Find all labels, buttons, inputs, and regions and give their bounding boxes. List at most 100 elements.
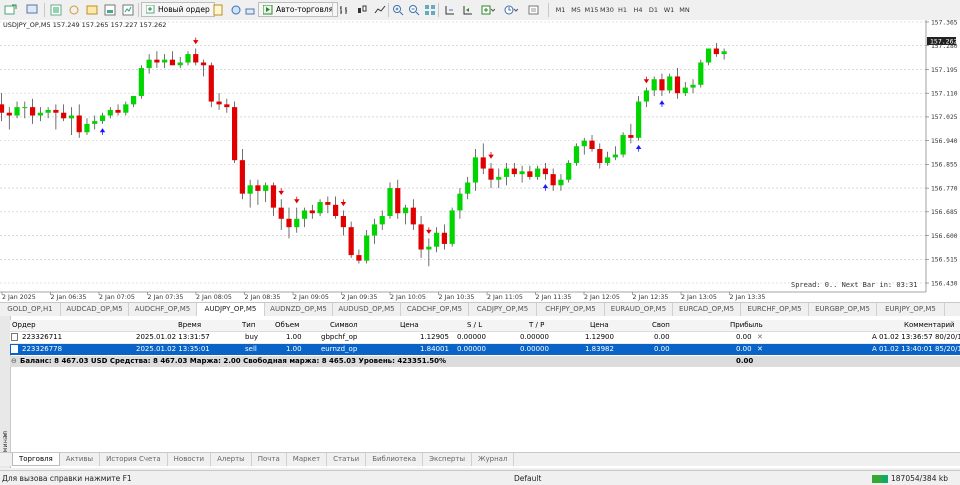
- timeframe-w1[interactable]: W1: [662, 2, 677, 17]
- profiles-icon[interactable]: [24, 2, 40, 17]
- chart-shift-icon[interactable]: [442, 2, 458, 17]
- templates-icon[interactable]: [527, 2, 543, 17]
- indicators-icon[interactable]: [480, 2, 496, 17]
- new-order-button[interactable]: Новый ордер: [141, 2, 215, 17]
- periods-icon[interactable]: [503, 2, 519, 17]
- chart-window[interactable]: 157.365 157.280 157.195 157.110 157.025 156.9…: [0, 20, 960, 302]
- close-order-icon[interactable]: ✕: [757, 345, 763, 353]
- candle-body: [247, 185, 253, 194]
- timeframe-d1[interactable]: D1: [646, 2, 661, 17]
- timeframe-mn[interactable]: MN: [677, 2, 692, 17]
- terminal-tab[interactable]: Маркет: [287, 453, 328, 466]
- symbol-tab[interactable]: AUDJPY_OP,M5: [197, 303, 265, 317]
- terminal-tab[interactable]: История Счета: [100, 453, 168, 466]
- auto-scroll-icon[interactable]: [460, 2, 476, 17]
- terminal-tab[interactable]: Почта: [252, 453, 287, 466]
- header-time[interactable]: Время: [178, 321, 201, 329]
- line-chart-icon[interactable]: [372, 2, 388, 17]
- autotrading-button[interactable]: Авто-торговля: [258, 2, 339, 17]
- symbol-tab[interactable]: AUDCHF_OP,M5: [129, 303, 197, 317]
- terminal-tab[interactable]: Активы: [60, 453, 101, 466]
- order-sl[interactable]: 0.00000: [457, 333, 486, 341]
- time-label: 2 Jan 12:05: [584, 294, 620, 301]
- symbol-tab[interactable]: AUDUSD_OP,M5: [333, 303, 401, 317]
- candle-body: [286, 218, 292, 228]
- symbol-tab[interactable]: GOLD_OP,H1: [0, 303, 61, 317]
- symbol-tab[interactable]: AUDCAD_OP,M5: [61, 303, 129, 317]
- order-tp[interactable]: 0.00000: [520, 333, 549, 341]
- order-tp[interactable]: 0.00000: [520, 345, 549, 353]
- tile-windows-icon[interactable]: [422, 2, 438, 17]
- timeframe-m5[interactable]: M5: [569, 2, 584, 17]
- price-chart[interactable]: 157.365157.280157.195157.110157.025156.9…: [0, 20, 960, 302]
- symbol-tab[interactable]: EURCHF_OP,M5: [741, 303, 809, 317]
- candle-body: [224, 104, 230, 108]
- market-watch-icon[interactable]: [48, 2, 64, 17]
- terminal-tab[interactable]: Библиотека: [366, 453, 424, 466]
- data-window-icon[interactable]: [66, 2, 82, 17]
- order-row[interactable]: 223326711 2025.01.02 13:31:57 buy 1.00 g…: [10, 332, 960, 344]
- symbol-tab[interactable]: CHFJPY_OP,M5: [537, 303, 605, 317]
- timeframe-h4[interactable]: H4: [631, 2, 646, 17]
- timeframe-m15[interactable]: M15: [584, 2, 599, 17]
- header-price2[interactable]: Цена: [590, 321, 609, 329]
- price-label: 156.685: [931, 209, 958, 216]
- timeframe-m30[interactable]: M30: [600, 2, 615, 17]
- close-order-icon[interactable]: ✕: [757, 333, 763, 341]
- header-type[interactable]: Тип: [242, 321, 255, 329]
- header-profit[interactable]: Прибыль: [730, 321, 763, 329]
- candlestick-icon[interactable]: [354, 2, 370, 17]
- zoom-out-icon[interactable]: [406, 2, 422, 17]
- header-volume[interactable]: Объем: [275, 321, 299, 329]
- symbol-tab[interactable]: EURCAD_OP,M5: [673, 303, 741, 317]
- candle: [488, 162, 494, 189]
- symbol-tab[interactable]: CADJPY_OP,M5: [469, 303, 537, 317]
- order-sl[interactable]: 0.00000: [457, 345, 486, 353]
- symbol-tab[interactable]: EUI: [945, 303, 960, 317]
- market-icon[interactable]: [242, 2, 258, 17]
- header-comment[interactable]: Комментарий: [904, 321, 955, 329]
- symbol-tab[interactable]: CADCHF_OP,M5: [401, 303, 469, 317]
- terminal-tab[interactable]: Эксперты: [423, 453, 472, 466]
- terminal-tab[interactable]: Журнал: [472, 453, 515, 466]
- strategy-tester-icon[interactable]: [120, 2, 136, 17]
- candle: [14, 101, 20, 119]
- time-label: 2 Jan 08:05: [196, 294, 232, 301]
- timeframe-h1[interactable]: H1: [615, 2, 630, 17]
- candle-body: [200, 62, 207, 66]
- candle-body: [449, 210, 455, 244]
- header-symbol[interactable]: Символ: [330, 321, 358, 329]
- timeframe-m1[interactable]: M1: [553, 2, 568, 17]
- meta-editor-icon[interactable]: [210, 2, 226, 17]
- bar-chart-icon[interactable]: [336, 2, 352, 17]
- header-sl[interactable]: S / L: [467, 321, 482, 329]
- terminal-tab[interactable]: Торговля: [12, 453, 60, 466]
- order-row-selected[interactable]: 223326778 2025.01.02 13:35:01 sell 1.00 …: [10, 344, 960, 355]
- candle: [612, 146, 618, 161]
- candle-body: [480, 157, 486, 169]
- zoom-in-icon[interactable]: [390, 2, 406, 17]
- navigator-icon[interactable]: [84, 2, 100, 17]
- symbol-tab[interactable]: EURJPY_OP,M5: [877, 303, 945, 317]
- candle-body: [14, 107, 20, 116]
- header-order[interactable]: Ордер: [12, 321, 36, 329]
- candle: [185, 51, 191, 66]
- candle-body: [29, 107, 36, 116]
- symbol-tab[interactable]: AUDNZD_OP,M5: [265, 303, 333, 317]
- header-price[interactable]: Цена: [400, 321, 419, 329]
- new-chart-icon[interactable]: [2, 2, 18, 17]
- terminal-icon[interactable]: [102, 2, 118, 17]
- symbol-tab[interactable]: EURAUD_OP,M5: [605, 303, 673, 317]
- candle-body: [503, 168, 510, 177]
- sell-signal-arrow: [488, 151, 494, 159]
- candle-body: [76, 115, 82, 133]
- terminal-tab[interactable]: Алерты: [211, 453, 252, 466]
- candle-body: [301, 210, 308, 219]
- candle-body: [371, 224, 378, 236]
- header-tp[interactable]: T / P: [529, 321, 544, 329]
- terminal-tab[interactable]: Статьи: [327, 453, 367, 466]
- symbol-tab[interactable]: EURGBP_OP,M5: [809, 303, 877, 317]
- terminal-tab[interactable]: Новости: [168, 453, 212, 466]
- candle: [698, 59, 704, 88]
- header-swap[interactable]: Своп: [652, 321, 670, 329]
